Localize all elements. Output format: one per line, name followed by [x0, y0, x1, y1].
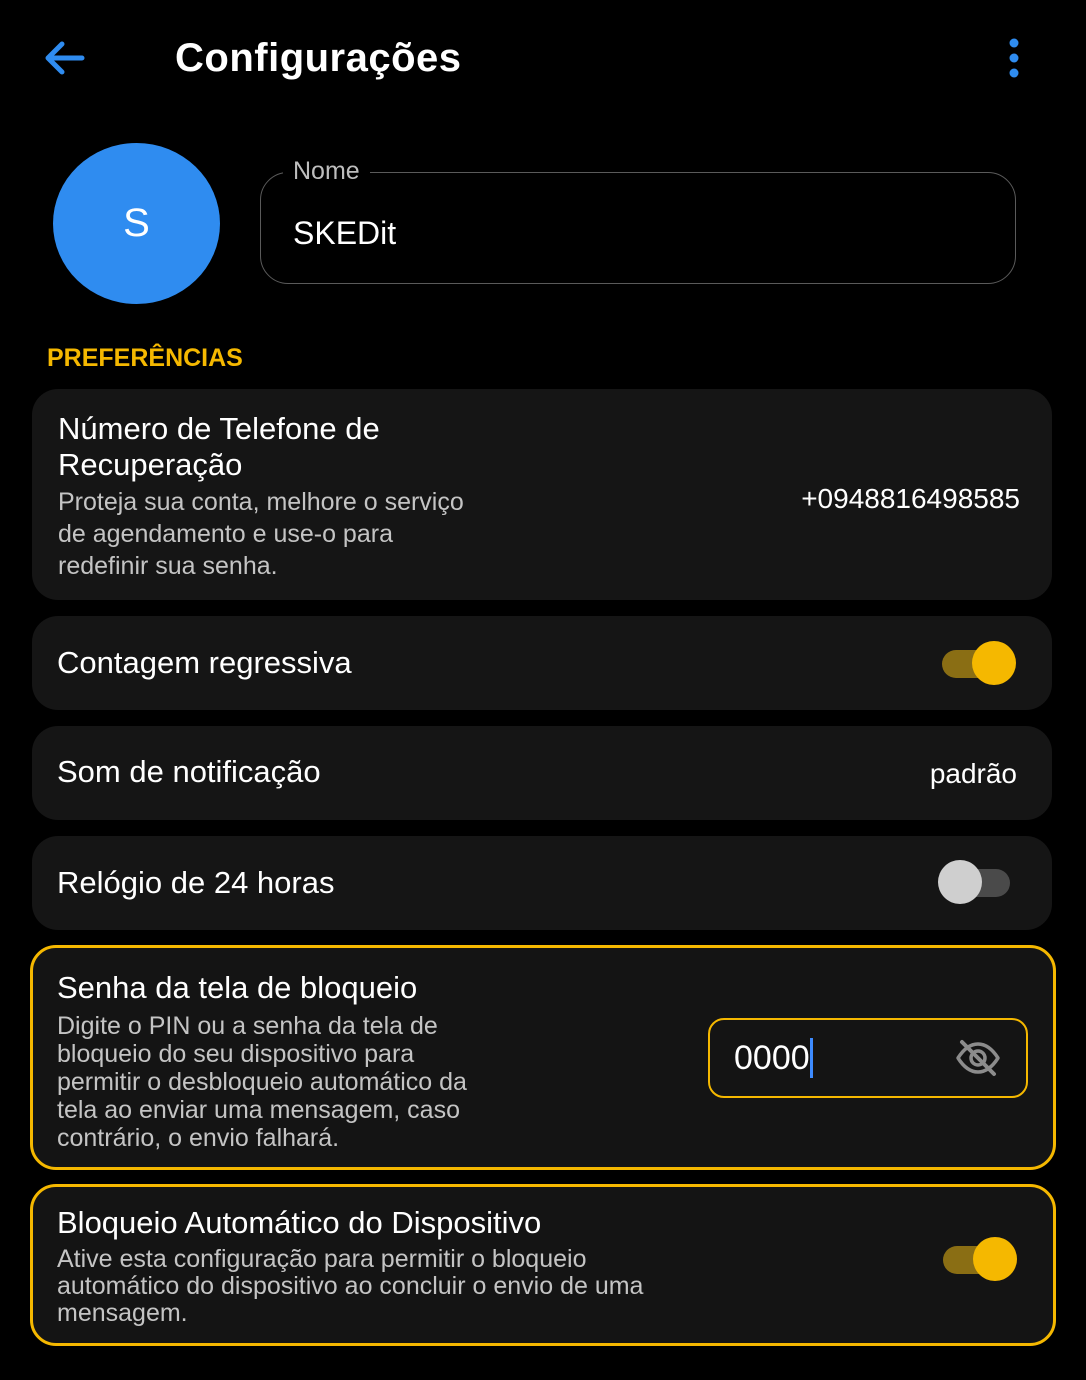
- lock-screen-password-title: Senha da tela de bloqueio: [57, 970, 418, 1005]
- notification-sound-title: Som de notificação: [57, 754, 321, 789]
- more-options-button[interactable]: [990, 32, 1038, 84]
- lock-screen-password-desc-line2: bloqueio do seu dispositivo para: [57, 1040, 415, 1068]
- lock-screen-password-desc-line1: Digite o PIN ou a senha da tela de: [57, 1012, 438, 1040]
- auto-lock-toggle[interactable]: [939, 1237, 1019, 1281]
- countdown-toggle[interactable]: [938, 641, 1018, 685]
- lock-screen-password-desc-line3: permitir o desbloqueio automático da: [57, 1068, 467, 1096]
- toggle-thumb: [972, 641, 1016, 685]
- top-app-bar: Configurações: [0, 0, 1086, 118]
- pin-input[interactable]: 0000: [708, 1018, 1028, 1098]
- page-title: Configurações: [175, 36, 462, 80]
- lock-screen-password-desc-line4: tela ao enviar uma mensagem, caso: [57, 1096, 460, 1124]
- pin-input-value[interactable]: 0000: [734, 1039, 810, 1077]
- pin-input-value-wrapper: 0000: [734, 1038, 813, 1078]
- auto-lock-setting[interactable]: Bloqueio Automático do Dispositivo Ative…: [30, 1184, 1056, 1346]
- toggle-thumb: [973, 1237, 1017, 1281]
- auto-lock-desc-line3: mensagem.: [57, 1299, 188, 1327]
- name-field-label: Nome: [283, 156, 370, 186]
- toggle-visibility-button[interactable]: [952, 1034, 1004, 1082]
- name-field[interactable]: Nome SKEDit: [260, 156, 1016, 284]
- countdown-setting[interactable]: Contagem regressiva: [32, 616, 1052, 710]
- countdown-title: Contagem regressiva: [57, 645, 352, 680]
- recovery-phone-desc-line1: Proteja sua conta, melhore o serviço: [58, 488, 464, 516]
- clock-24h-toggle[interactable]: [938, 860, 1018, 904]
- name-field-value[interactable]: SKEDit: [293, 213, 396, 253]
- notification-sound-value: padrão: [929, 758, 1017, 789]
- toggle-thumb: [938, 860, 982, 904]
- avatar[interactable]: S: [53, 143, 220, 304]
- recovery-phone-value: +0948816498585: [801, 483, 1020, 514]
- arrow-left-icon: [45, 41, 85, 75]
- clock-24h-title: Relógio de 24 horas: [57, 865, 335, 900]
- notification-sound-setting[interactable]: Som de notificação padrão: [32, 726, 1052, 820]
- back-button[interactable]: [36, 32, 92, 84]
- lock-screen-password-desc-line5: contrário, o envio falhará.: [57, 1124, 340, 1152]
- recovery-phone-setting[interactable]: Número de Telefone de Recuperação Protej…: [32, 389, 1052, 600]
- recovery-phone-title-line2: Recuperação: [58, 447, 243, 482]
- avatar-letter: S: [123, 201, 150, 245]
- recovery-phone-title-line1: Número de Telefone de: [58, 411, 380, 446]
- recovery-phone-desc-line2: de agendamento e use-o para: [58, 520, 393, 548]
- more-vertical-icon: [1009, 38, 1019, 78]
- section-header-preferences: PREFERÊNCIAS: [47, 344, 243, 372]
- auto-lock-title: Bloqueio Automático do Dispositivo: [57, 1205, 542, 1240]
- lock-screen-password-setting: Senha da tela de bloqueio Digite o PIN o…: [30, 945, 1056, 1170]
- eye-off-icon: [956, 1040, 1000, 1076]
- clock-24h-setting[interactable]: Relógio de 24 horas: [32, 836, 1052, 930]
- auto-lock-desc-line1: Ative esta configuração para permitir o …: [57, 1245, 587, 1273]
- auto-lock-desc-line2: automático do dispositivo ao concluir o …: [57, 1272, 644, 1300]
- text-caret: [809, 1038, 813, 1078]
- recovery-phone-desc-line3: redefinir sua senha.: [58, 552, 278, 580]
